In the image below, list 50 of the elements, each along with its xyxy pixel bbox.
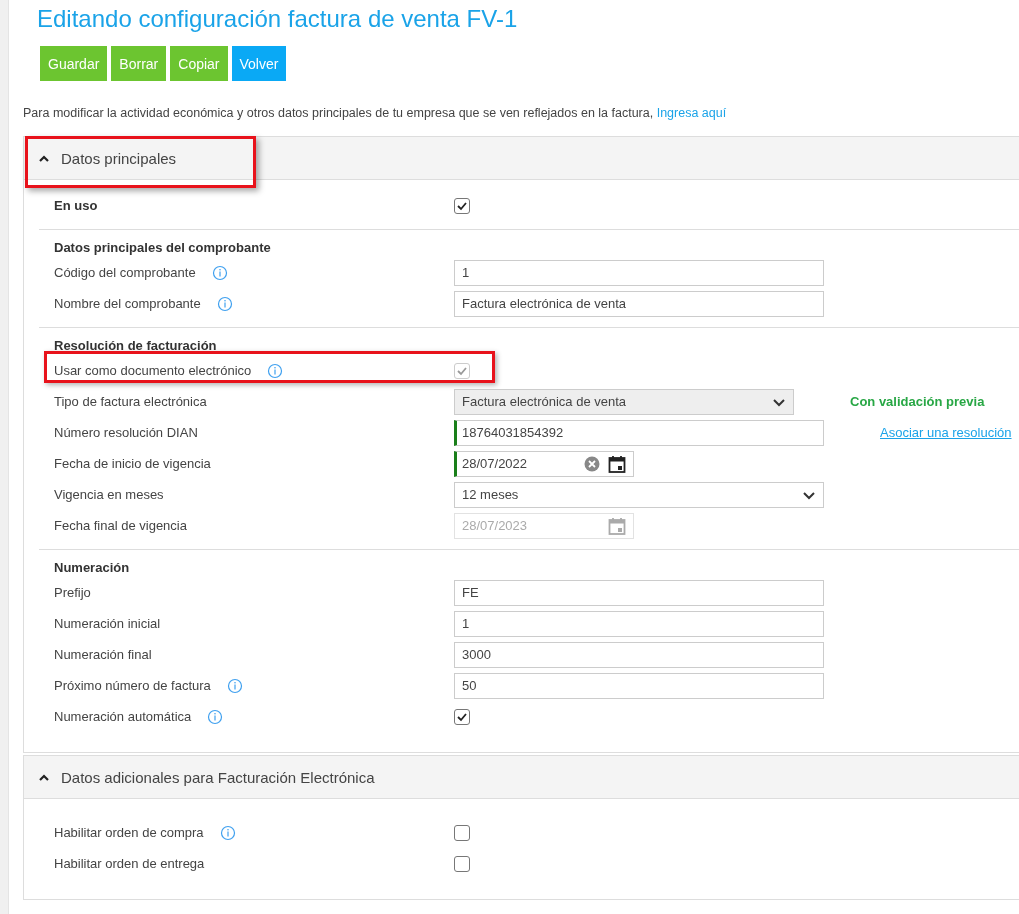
notice-text: Para modificar la actividad económica y otros datos principales de tu empresa que se ven reflejados en la factura, Ingresa aquí: [23, 106, 728, 120]
calendar-icon: [608, 516, 626, 535]
field-label: Fecha final de vigencia: [54, 518, 187, 533]
section-title: Datos adicionales para Facturación Electrónica: [61, 768, 375, 786]
section-header[interactable]: Datos principales: [24, 137, 1019, 180]
info-icon: [226, 677, 243, 694]
input-field[interactable]: FE: [454, 579, 824, 606]
info-icon: [211, 264, 228, 281]
field-label: En uso: [54, 198, 98, 213]
info-icon: [216, 295, 233, 312]
calendar-icon: [608, 454, 626, 473]
info-icon: [219, 824, 236, 841]
field-label: Código del comprobante: [54, 265, 196, 280]
input-field[interactable]: 3000: [454, 641, 824, 668]
checkbox[interactable]: [454, 708, 470, 725]
section-title: Datos principales: [61, 149, 177, 167]
group-heading: Numeración: [54, 560, 131, 575]
info-icon: [207, 708, 224, 725]
field-label: Próximo número de factura: [54, 678, 211, 693]
chevron-up-icon: [39, 772, 49, 782]
field-label: Número resolución DIAN: [54, 425, 198, 440]
input-field[interactable]: 18764031854392: [454, 419, 824, 446]
field-label: Nombre del comprobante: [54, 296, 201, 311]
group-heading: Datos principales del comprobante: [54, 240, 272, 255]
checkbox[interactable]: [454, 197, 470, 214]
chevron-up-icon: [39, 153, 49, 163]
field-label: Habilitar orden de compra: [54, 825, 204, 840]
field-label: Habilitar orden de entrega: [54, 856, 205, 871]
input-field[interactable]: 1: [454, 259, 824, 286]
checkbox[interactable]: [454, 855, 470, 872]
field-label: Numeración final: [54, 647, 152, 662]
field-label: Prefijo: [54, 585, 91, 600]
page-title: Editando configuración factura de venta FV-1: [37, 5, 519, 33]
field-label: Numeración inicial: [54, 616, 161, 631]
field-label: Usar como documento electrónico: [54, 363, 252, 378]
field-label: Numeración automática: [54, 709, 192, 724]
checkbox[interactable]: [454, 824, 470, 841]
section-header[interactable]: Datos adicionales para Facturación Electrónica: [24, 756, 1019, 799]
info-icon: [267, 362, 284, 379]
clear-icon: [584, 455, 600, 472]
group-heading: Resolución de facturación: [54, 338, 218, 353]
status-note: Con validación previa: [850, 394, 985, 409]
field-label: Fecha de inicio de vigencia: [54, 456, 211, 471]
input-field[interactable]: 1: [454, 610, 824, 637]
input-field[interactable]: 50: [454, 672, 824, 699]
date-field[interactable]: 28/07/2022: [454, 450, 634, 477]
field-label: Tipo de factura electrónica: [54, 394, 207, 409]
field-label: Vigencia en meses: [54, 487, 164, 502]
input-field[interactable]: Factura electrónica de venta: [454, 290, 824, 317]
dropdown[interactable]: 12 meses: [454, 481, 824, 508]
